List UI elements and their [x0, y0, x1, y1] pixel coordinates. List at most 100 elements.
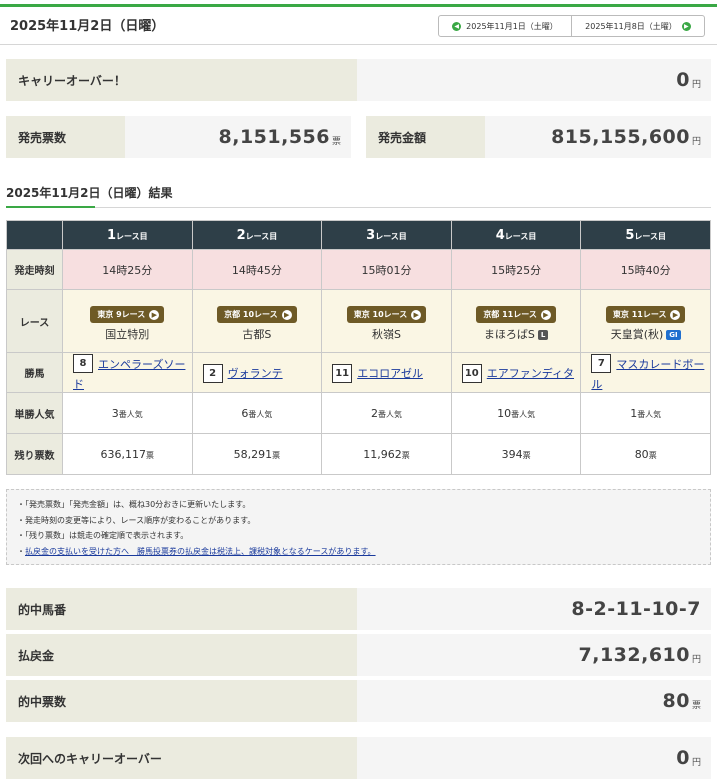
- row-label-remaining: 残り票数: [6, 433, 63, 475]
- race-link-button[interactable]: 京都 10レース ▶: [217, 306, 297, 323]
- race-link-button[interactable]: 東京 9レース ▶: [90, 306, 165, 323]
- grade-badge: GI: [666, 330, 681, 340]
- popularity-suffix: 番人気: [118, 409, 143, 419]
- note-item: ・払戻金の支払いを受けた方へ 勝馬投票券の払戻金は税法上、課税対象となるケースが…: [17, 546, 376, 556]
- winning-tickets-value: 80: [662, 690, 690, 712]
- chevron-right-circle-icon: ▶: [411, 309, 422, 320]
- race-number-suffix: レース目: [116, 231, 148, 241]
- remaining-unit: 票: [146, 450, 155, 460]
- note-text: 発走時刻の変更等により、レース順序が変わることがあります。: [25, 515, 256, 525]
- race-link-button[interactable]: 東京 11レース ▶: [605, 306, 686, 323]
- carryover-value: 0: [676, 69, 690, 91]
- tickets-sold-value-cell: 8,151,556 票: [125, 116, 351, 158]
- remaining-unit: 票: [272, 450, 281, 460]
- popularity-suffix: 番人気: [377, 409, 402, 419]
- winner-cell: 11 エコロアゼル: [321, 352, 452, 393]
- next-carryover-value: 0: [676, 747, 690, 769]
- winning-numbers-value-cell: 8-2-11-10-7: [357, 588, 711, 630]
- race-header-1: 1レース目: [62, 220, 193, 250]
- horse-name-link[interactable]: ヴォランテ: [228, 367, 283, 380]
- horse-number: 2: [202, 363, 223, 383]
- row-label-winner: 勝馬: [6, 352, 63, 393]
- carryover-label: キャリーオーバー！: [6, 59, 357, 101]
- remaining-unit: 票: [401, 450, 410, 460]
- race-link-button[interactable]: 京都 11レース ▶: [476, 306, 556, 323]
- note-item: ・「発売票数」「発売金額」は、概ね30分おきに更新いたします。: [17, 500, 251, 509]
- chevron-right-circle-icon: ▶: [149, 309, 160, 320]
- results-divider: [6, 207, 711, 208]
- horse-number: 11: [332, 363, 353, 383]
- next-carryover-label: 次回へのキャリーオーバー: [6, 737, 357, 779]
- race-cell: 京都 11レース ▶ まほろばS L: [450, 289, 582, 353]
- race-number-suffix: レース目: [504, 231, 537, 241]
- results-title: 2025年11月2日（日曜）結果: [6, 186, 173, 200]
- race-link-button[interactable]: 東京 10レース ▶: [346, 306, 427, 323]
- remaining-cell: 58,291票: [191, 433, 323, 475]
- tickets-sold-value: 8,151,556: [218, 126, 330, 148]
- note-item: ・「残り票数」は競走の確定順で表示されます。: [17, 531, 189, 540]
- remaining-tickets-row: 残り票数 636,117票 58,291票 11,962票 394票 80票: [6, 433, 711, 475]
- horse-name-link[interactable]: エコロアゼル: [357, 367, 423, 380]
- page-title: 2025年11月2日（日曜）: [10, 19, 165, 34]
- next-carryover-value-cell: 0円: [357, 737, 711, 779]
- row-label-race: レース: [6, 289, 63, 353]
- sales-amount-label: 発売金額: [366, 116, 485, 158]
- race-name: まほろばS L: [452, 326, 581, 342]
- next-carryover-row: 次回へのキャリーオーバー 0円: [6, 737, 711, 779]
- winner-cell: 7 マスカレードボール: [580, 352, 711, 393]
- popularity-suffix: 番人気: [637, 409, 662, 419]
- payout-value: 7,132,610: [578, 644, 690, 666]
- payout-label: 払戻金: [6, 634, 357, 676]
- popularity-value: 10: [497, 406, 512, 420]
- winner-cell: 8 エンペラーズソード: [62, 352, 193, 393]
- horse-name-link[interactable]: エアファンディタ: [487, 367, 574, 380]
- race-name-text: まほろばS: [483, 328, 535, 341]
- race-name-text: 秋嶺S: [371, 328, 401, 341]
- start-time-cell: 15時01分: [321, 249, 452, 290]
- next-date-label: 2025年11月8日（土曜）: [585, 21, 677, 31]
- payout-unit: 円: [691, 655, 701, 665]
- carryover-row: キャリーオーバー！ 0円: [6, 59, 711, 101]
- remaining-value: 58,291: [233, 447, 273, 461]
- popularity-suffix: 番人気: [511, 409, 536, 419]
- popularity-cell: 10番人気: [450, 392, 582, 434]
- start-time-cell: 14時45分: [191, 249, 323, 290]
- note-text: 「残り票数」は競走の確定順で表示されます。: [25, 531, 189, 540]
- remaining-cell: 11,962票: [321, 433, 452, 475]
- race-name-text: 国立特別: [105, 328, 150, 341]
- popularity-row: 単勝人気 3番人気 6番人気 2番人気 10番人気 1番人気: [6, 392, 711, 434]
- horse-number: 8: [73, 354, 93, 373]
- sales-amount-unit: 円: [691, 137, 701, 147]
- next-date-button[interactable]: 2025年11月8日（土曜） ▶: [571, 16, 704, 36]
- chevron-right-circle-icon: ▶: [540, 309, 551, 320]
- sales-amount-row: 発売金額 815,155,600 円: [366, 116, 711, 158]
- race-header-3: 3レース目: [321, 220, 452, 250]
- race-cell: 東京 11レース ▶ 天皇賞(秋) GI: [580, 289, 711, 353]
- race-header-5: 5レース目: [580, 220, 711, 250]
- tax-notice-link[interactable]: 払戻金の支払いを受けた方へ 勝馬投票券の払戻金は税法上、課税対象となるケースがあ…: [25, 547, 376, 556]
- table-corner: [6, 220, 63, 250]
- start-time-cell: 15時25分: [450, 249, 582, 290]
- note-item: ・発走時刻の変更等により、レース順序が変わることがあります。: [17, 515, 256, 525]
- popularity-value: 2: [370, 406, 378, 420]
- race-name: 国立特別: [63, 326, 192, 342]
- popularity-cell: 1番人気: [580, 392, 711, 434]
- chevron-right-circle-icon: ▶: [281, 309, 292, 320]
- payout-value-cell: 7,132,610 円: [357, 634, 711, 676]
- winning-numbers-label: 的中馬番: [6, 588, 357, 630]
- prev-date-label: 2025年11月1日（土曜）: [466, 21, 558, 31]
- remaining-value: 394: [501, 447, 523, 461]
- winning-numbers-value: 8-2-11-10-7: [571, 598, 701, 620]
- results-header-row: 1レース目 2レース目 3レース目 4レース目 5レース目: [6, 220, 711, 250]
- prev-date-button[interactable]: ◀ 2025年11月1日（土曜）: [439, 16, 571, 36]
- results-table: 1レース目 2レース目 3レース目 4レース目 5レース目 発走時刻 14時25…: [6, 220, 711, 475]
- race-cell: 東京 10レース ▶ 秋嶺S: [321, 289, 452, 353]
- start-time-row: 発走時刻 14時25分 14時45分 15時01分 15時25分 15時40分: [6, 249, 711, 290]
- race-header-4: 4レース目: [450, 220, 582, 250]
- date-nav: ◀ 2025年11月1日（土曜） 2025年11月8日（土曜） ▶: [438, 15, 705, 37]
- race-header-2: 2レース目: [191, 220, 323, 250]
- notes-box: ・「発売票数」「発売金額」は、概ね30分おきに更新いたします。 ・発走時刻の変更…: [6, 489, 711, 565]
- popularity-cell: 2番人気: [321, 392, 452, 434]
- chevron-left-circle-icon: ◀: [452, 21, 462, 31]
- remaining-value: 636,117: [100, 447, 147, 461]
